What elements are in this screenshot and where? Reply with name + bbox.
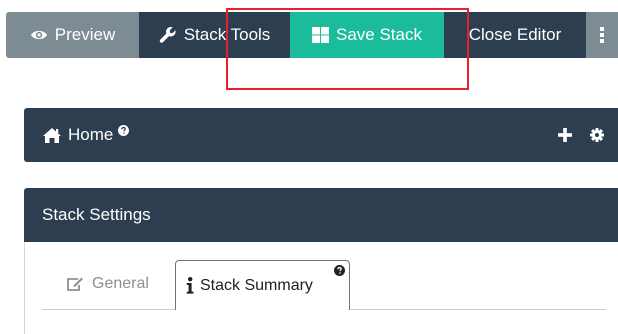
edit-icon [66, 276, 84, 292]
close-editor-button[interactable]: Close Editor [444, 12, 586, 58]
home-panel-header: Home [24, 108, 618, 162]
home-icon [42, 127, 62, 144]
question-circle-icon[interactable] [118, 124, 130, 136]
info-icon [186, 277, 194, 294]
home-actions [558, 128, 604, 142]
stack-settings-title: Stack Settings [42, 205, 151, 224]
save-stack-label: Save Stack [336, 25, 422, 44]
page: Preview Stack Tools Save Stack Close Edi… [0, 0, 618, 334]
gear-icon[interactable] [590, 128, 604, 142]
tab-general-label: General [92, 275, 149, 292]
more-options-button[interactable] [586, 12, 618, 58]
editor-toolbar: Preview Stack Tools Save Stack Close Edi… [6, 12, 618, 58]
tab-general[interactable]: General [66, 275, 149, 293]
home-title-label: Home [68, 125, 114, 144]
preview-button[interactable]: Preview [6, 12, 139, 58]
close-editor-label: Close Editor [468, 25, 562, 44]
preview-label: Preview [54, 25, 116, 44]
eye-icon [30, 29, 48, 41]
tab-stack-summary[interactable]: Stack Summary [175, 260, 350, 310]
question-circle-icon[interactable] [334, 265, 345, 276]
wrench-icon [159, 26, 177, 44]
save-stack-button[interactable]: Save Stack [290, 12, 444, 58]
tab-stack-summary-label: Stack Summary [200, 276, 313, 294]
home-title: Home [42, 124, 130, 145]
stack-tools-button[interactable]: Stack Tools [139, 12, 290, 58]
grid-icon [312, 27, 329, 43]
plus-icon[interactable] [558, 128, 572, 142]
stack-tools-label: Stack Tools [183, 25, 271, 44]
stack-settings-header: Stack Settings [24, 188, 618, 242]
ellipsis-vertical-icon [599, 26, 605, 44]
